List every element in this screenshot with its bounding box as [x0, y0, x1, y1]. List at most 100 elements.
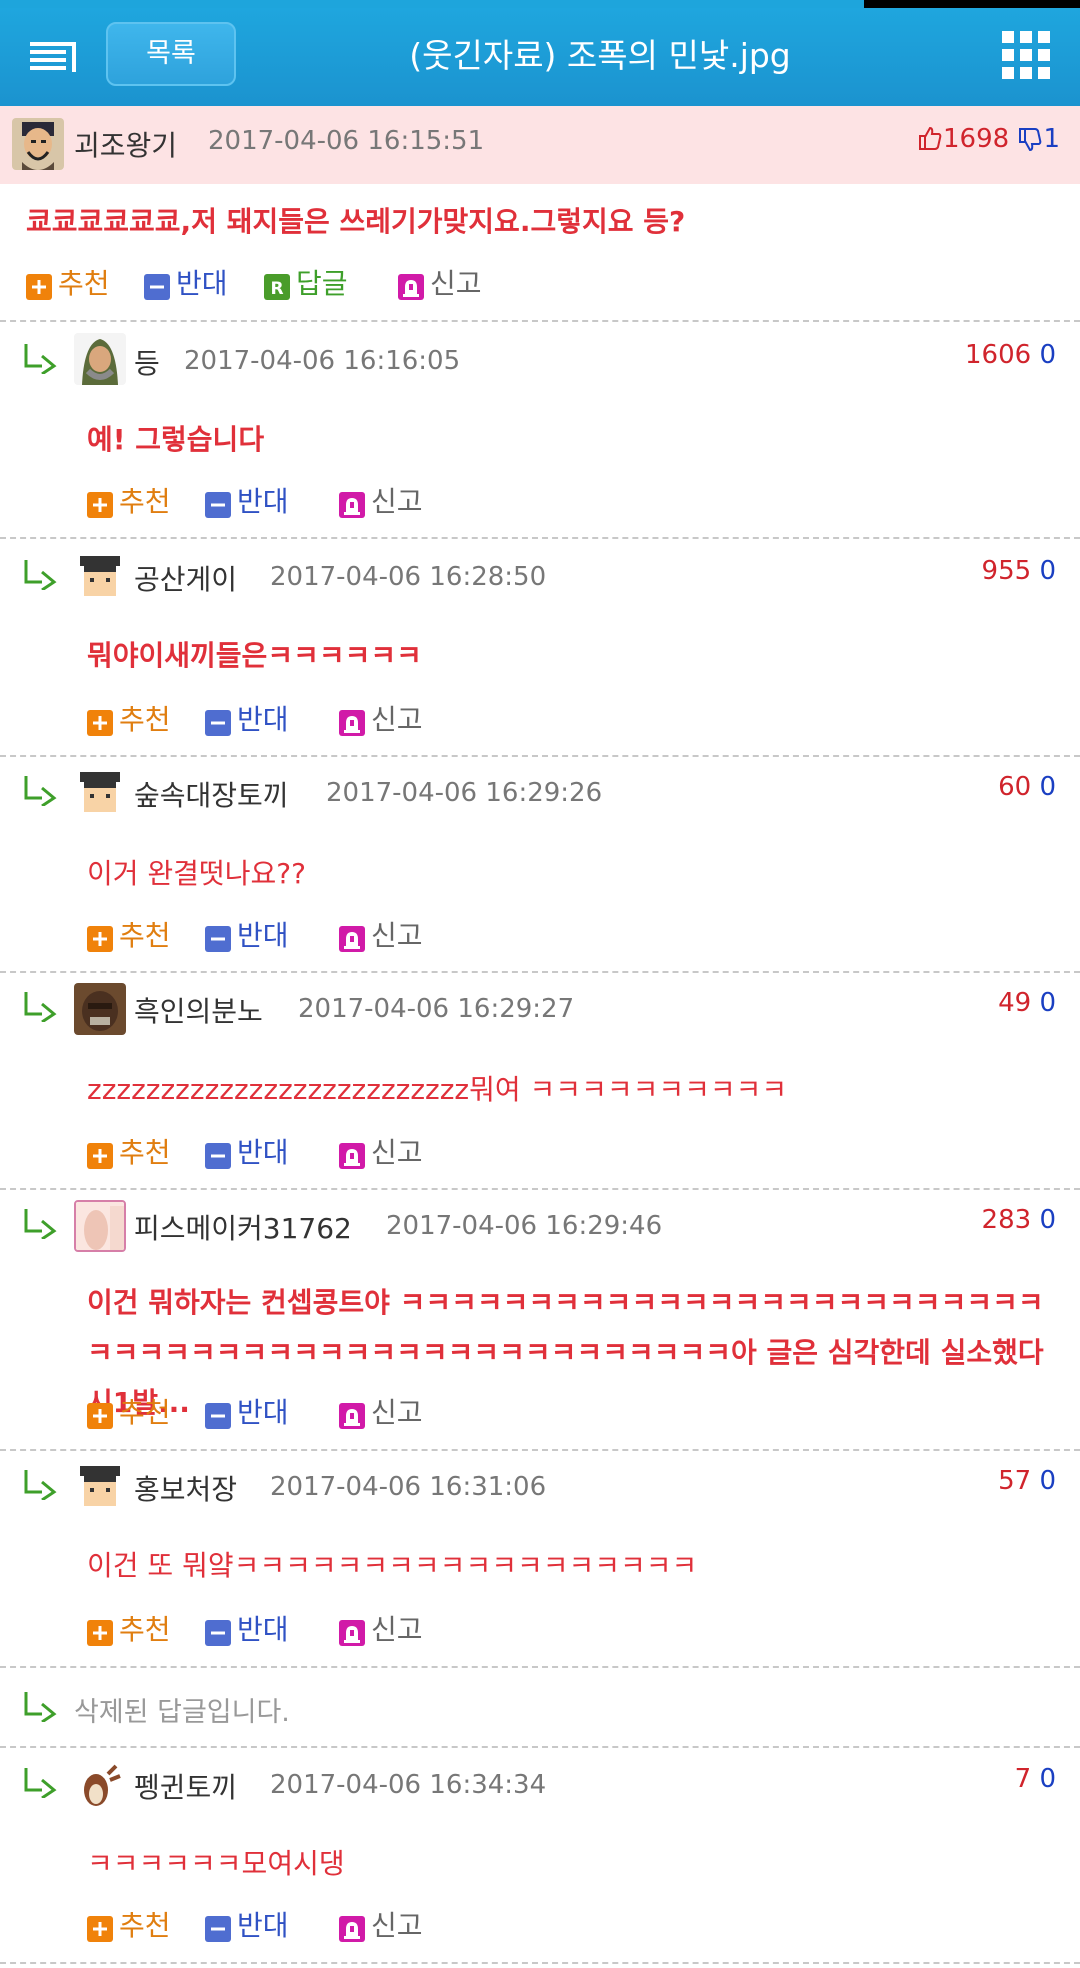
- reply-icon: R: [264, 274, 290, 300]
- comment-date: 2017-04-06 16:29:26: [326, 778, 603, 808]
- reply-arrow-icon: [22, 1690, 60, 1722]
- comment-text: 이건 또 뭐얔ㅋㅋㅋㅋㅋㅋㅋㅋㅋㅋㅋㅋㅋㅋㅋㅋㅋㅋ: [87, 1549, 698, 1582]
- comment-author[interactable]: 흑인의분노: [134, 990, 263, 1030]
- comment-actions: 추천 반대 신고: [87, 1133, 447, 1173]
- post-header: 괴조왕기 2017-04-06 16:15:51 1698 1: [0, 106, 1080, 184]
- avatar[interactable]: [12, 118, 64, 170]
- comment-votes: 955 0: [982, 556, 1056, 586]
- siren-icon: [339, 926, 365, 952]
- thumbs-up-icon: [919, 126, 942, 150]
- status-strip-dark: [864, 0, 1080, 8]
- divider: [0, 971, 1080, 973]
- avatar[interactable]: [74, 1460, 126, 1512]
- comment-up-count: 283: [981, 1205, 1032, 1235]
- comment-up-count: 1606: [965, 340, 1032, 370]
- comment-votes: 60 0: [998, 772, 1056, 802]
- avatar[interactable]: [74, 766, 126, 818]
- divider: [0, 1666, 1080, 1668]
- comment-date: 2017-04-06 16:31:06: [270, 1472, 547, 1502]
- comment-text: ㅋㅋㅋㅋㅋㅋ모여시댕: [87, 1847, 345, 1880]
- oppose-label: 반대: [237, 485, 289, 518]
- comment-down-count: 0: [1039, 556, 1056, 586]
- comment-author[interactable]: 숲속대장토끼: [134, 774, 289, 814]
- oppose-label: 반대: [237, 1909, 289, 1942]
- avatar[interactable]: [74, 1200, 126, 1252]
- reply-arrow-icon: [22, 1207, 60, 1239]
- comment-up-count: 57: [998, 1466, 1032, 1496]
- report-label: 신고: [371, 1136, 423, 1169]
- plus-icon: [87, 926, 113, 952]
- avatar[interactable]: [74, 983, 126, 1035]
- divider: [0, 1188, 1080, 1190]
- menu-icon: [30, 42, 76, 72]
- reply-arrow-icon: [22, 558, 60, 590]
- minus-icon: [205, 710, 231, 736]
- recommend-label: 추천: [119, 919, 171, 952]
- reply-label: 답글: [296, 267, 348, 300]
- post-votes: 1698 1: [917, 124, 1060, 154]
- post-text: 쿄쿄쿄쿄쿄쿄,저 돼지들은 쓰레기가맞지요.그렇지요 등?: [26, 205, 686, 238]
- report-label: 신고: [371, 1613, 423, 1646]
- status-strip: [0, 0, 1080, 8]
- comment-actions: 추천 반대 신고: [87, 482, 447, 522]
- menu-button[interactable]: [26, 38, 78, 78]
- comment-author[interactable]: 펭귄토끼: [134, 1766, 237, 1806]
- grid-icon: [1002, 31, 1050, 79]
- avatar[interactable]: [74, 550, 126, 602]
- divider: [0, 537, 1080, 539]
- plus-icon: [26, 274, 52, 300]
- report-label: 신고: [371, 703, 423, 736]
- siren-icon: [339, 1403, 365, 1429]
- comment-votes: 1606 0: [965, 340, 1056, 370]
- comment-text: zzzzzzzzzzzzzzzzzzzzzzzzzz뭐여 ㅋㅋㅋㅋㅋㅋㅋㅋㅋㅋ: [87, 1073, 788, 1106]
- recommend-label: 추천: [119, 703, 171, 736]
- comment-up-count: 7: [1014, 1764, 1032, 1794]
- siren-icon: [339, 710, 365, 736]
- comment-date: 2017-04-06 16:28:50: [270, 562, 547, 592]
- comment-down-count: 0: [1039, 988, 1056, 1018]
- comment-down-count: 0: [1039, 1205, 1056, 1235]
- comment-text: 뭐야이새끼들은ㅋㅋㅋㅋㅋㅋ: [87, 639, 422, 672]
- app-header: 목록 (웃긴자료) 조폭의 민낯.jpg: [0, 8, 1080, 106]
- recommend-label: 추천: [119, 1909, 171, 1942]
- post-up-count: 1698: [943, 124, 1010, 154]
- comment-author[interactable]: 홍보처장: [134, 1468, 237, 1508]
- comment-author[interactable]: 공산게이: [134, 558, 237, 598]
- list-button[interactable]: 목록: [106, 22, 236, 86]
- recommend-label: 추천: [119, 1396, 171, 1429]
- post-author[interactable]: 괴조왕기: [74, 124, 177, 164]
- report-label: 신고: [371, 919, 423, 952]
- comment-votes: 49 0: [998, 988, 1056, 1018]
- avatar[interactable]: [74, 333, 126, 385]
- divider: [0, 1449, 1080, 1451]
- siren-icon: [339, 492, 365, 518]
- recommend-label: 추천: [119, 1136, 171, 1169]
- minus-icon: [205, 492, 231, 518]
- recommend-label: 추천: [119, 1613, 171, 1646]
- grid-menu-button[interactable]: [1000, 29, 1052, 81]
- comment-author[interactable]: 피스메이커31762: [134, 1207, 352, 1247]
- siren-icon: [339, 1916, 365, 1942]
- oppose-label: 반대: [237, 1136, 289, 1169]
- comment-actions: 추천 반대 신고: [87, 1393, 447, 1433]
- comment-author[interactable]: 등: [134, 342, 160, 382]
- oppose-label: 반대: [237, 1613, 289, 1646]
- comment-actions: 추천 반대 신고: [87, 916, 447, 956]
- plus-icon: [87, 492, 113, 518]
- comment-actions: 추천 반대 신고: [87, 700, 447, 740]
- comment-down-count: 0: [1039, 1764, 1056, 1794]
- avatar[interactable]: [74, 1760, 126, 1812]
- plus-icon: [87, 1916, 113, 1942]
- reply-arrow-icon: [22, 990, 60, 1022]
- divider: [0, 755, 1080, 757]
- comment-date: 2017-04-06 16:16:05: [184, 346, 461, 376]
- comment-date: 2017-04-06 16:29:27: [298, 994, 575, 1024]
- minus-icon: [205, 1620, 231, 1646]
- comment-up-count: 60: [998, 772, 1032, 802]
- plus-icon: [87, 710, 113, 736]
- oppose-label: 반대: [176, 267, 228, 300]
- minus-icon: [144, 274, 170, 300]
- report-label: 신고: [371, 1909, 423, 1942]
- comment-down-count: 0: [1039, 1466, 1056, 1496]
- report-label: 신고: [430, 267, 482, 300]
